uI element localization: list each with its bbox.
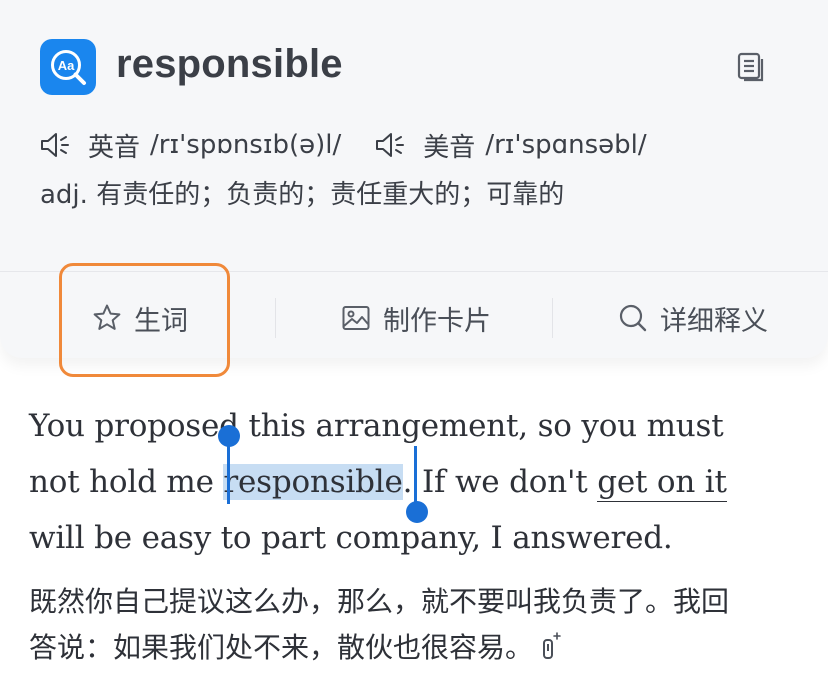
sentence-line-2: not hold me responsible. If we don't get…: [29, 454, 727, 510]
make-card-button[interactable]: 制作卡片: [341, 296, 491, 340]
sentence-line-2-start: not hold me: [29, 464, 224, 500]
word-card: Aa responsible 英音 /rɪ'spɒnsɪb(ə)l/ 美音 /r…: [0, 0, 828, 358]
notes-icon[interactable]: [735, 51, 767, 83]
add-to-vocabulary-button[interactable]: 生词: [92, 296, 188, 340]
detailed-definition-button[interactable]: 详细释义: [618, 296, 768, 340]
selection-start-handle[interactable]: [218, 425, 240, 447]
speaker-icon: [41, 133, 69, 157]
add-to-vocabulary-label: 生词: [134, 305, 188, 337]
image-icon: [342, 306, 370, 330]
selection-end-handle[interactable]: [406, 501, 428, 523]
speaker-icon: [376, 133, 405, 157]
pronunciation-us[interactable]: 美音 /rɪ'spɑnsəbl/: [375, 127, 647, 164]
sentence-translation: 既然你自己提议这么办，那么，就不要叫我负责了。我回 答说：如果我们处不来，散伙也…: [29, 579, 809, 675]
pronunciation-us-label: 美音: [423, 132, 476, 163]
action-separator: [552, 298, 553, 338]
dictionary-app-icon: Aa: [40, 39, 96, 95]
sentence-line-3: will be easy to part company, I answered…: [29, 520, 673, 556]
sentence-line-2-middle: . If we don't: [402, 464, 598, 500]
pronunciation-row: 英音 /rɪ'spɒnsɪb(ə)l/ 美音 /rɪ'spɑnsəbl/: [40, 125, 647, 165]
ai-translate-icon[interactable]: [541, 629, 565, 675]
translation-line-2: 答说：如果我们处不来，散伙也很容易。: [29, 625, 809, 675]
app-icon-text: Aa: [58, 58, 75, 73]
star-icon: [93, 304, 121, 330]
action-separator: [275, 298, 276, 338]
make-card-label: 制作卡片: [383, 305, 491, 337]
search-icon: [619, 304, 647, 332]
pronunciation-uk-label: 英音: [88, 132, 141, 163]
pronunciation-uk[interactable]: 英音 /rɪ'spɒnsɪb(ə)l/: [40, 127, 341, 164]
headword: responsible: [116, 42, 343, 86]
translation-line-2-text: 答说：如果我们处不来，散伙也很容易。: [29, 631, 534, 664]
translation-line-1: 既然你自己提议这么办，那么，就不要叫我负责了。我回: [29, 585, 730, 618]
detailed-definition-label: 详细释义: [660, 305, 768, 337]
pronunciation-us-ipa: /rɪ'spɑnsəbl/: [485, 130, 647, 160]
phrase-link[interactable]: get on it: [597, 464, 727, 502]
pronunciation-uk-ipa: /rɪ'spɒnsɪb(ə)l/: [150, 130, 342, 160]
sentence-line-1: You proposed this arrangement, so you mu…: [29, 408, 724, 444]
selected-word[interactable]: responsible: [223, 464, 403, 500]
divider: [0, 271, 828, 272]
definition: adj. 有责任的；负责的；责任重大的；可靠的: [40, 180, 565, 210]
